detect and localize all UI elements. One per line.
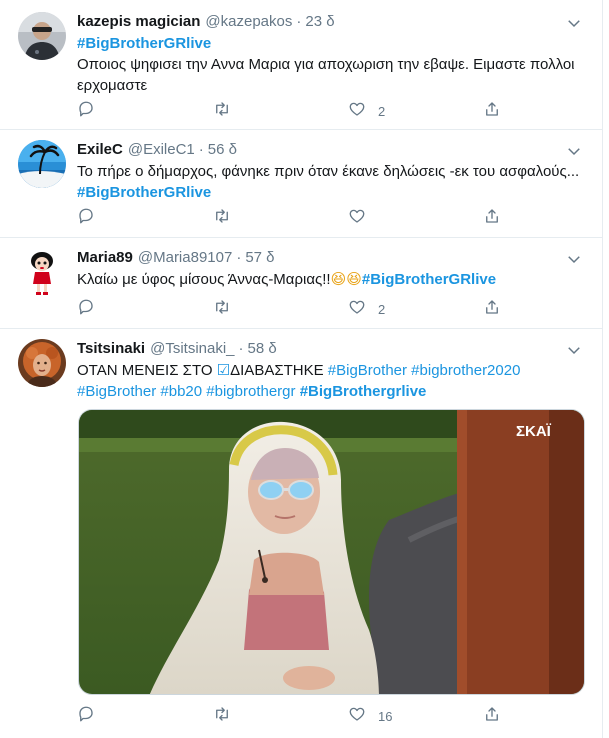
display-name[interactable]: kazepis magician	[77, 12, 200, 32]
hashtag-link[interactable]: #bb20	[160, 383, 202, 400]
retweet-button[interactable]	[213, 706, 231, 726]
tweet-actions: 2	[77, 299, 498, 319]
chevron-down-icon[interactable]	[565, 341, 583, 359]
like-button[interactable]: 16	[348, 706, 392, 726]
retweet-button[interactable]	[213, 208, 231, 228]
like-icon	[348, 298, 366, 321]
tweet[interactable]: kazepis magician @kazepakos · 23 δ #BigB…	[0, 0, 603, 130]
tweet[interactable]: ExileC @ExileC1 · 56 δ Το πήρε ο δήμαρχο…	[0, 130, 603, 238]
separator-dot: ·	[198, 141, 204, 158]
reply-button[interactable]	[77, 706, 95, 726]
share-icon	[483, 705, 501, 728]
avatar[interactable]	[18, 248, 66, 296]
tweet-body-continued: ΔΙΑΒΑΣΤΗΚΕ	[230, 362, 328, 379]
tweet-body: Κλαίω με ύφος μίσους Άννας-Μαριας!!	[77, 271, 331, 288]
tweet-body: Οποιος ψηφισει την Αννα Μαρια για αποχωρ…	[77, 56, 575, 94]
reply-button[interactable]	[77, 208, 95, 228]
reply-icon	[77, 207, 95, 230]
reply-icon	[77, 298, 95, 321]
tweet[interactable]: Maria89 @Maria89107 · 57 δ Κλαίω με ύφος…	[0, 238, 603, 329]
laughing-emoji: 😆😆	[330, 271, 362, 288]
tweet-text: ΟΤΑΝ ΜΕΝΕΙΣ ΣΤΟ ☑ΔΙΑΒΑΣΤΗΚΕ #BigBrother …	[77, 360, 589, 402]
hashtag-link[interactable]: #bigbrother2020	[411, 362, 520, 379]
hashtag-link[interactable]: #bigbrothergr	[206, 383, 295, 400]
like-count: 2	[378, 103, 386, 119]
tweet-actions: 16	[77, 706, 498, 726]
like-icon	[348, 207, 366, 230]
tweet-text: #BigBrotherGRlive Οποιος ψηφισει την Ανν…	[77, 33, 589, 96]
chevron-down-icon[interactable]	[565, 142, 583, 160]
tweet-actions	[77, 208, 498, 228]
avatar[interactable]	[18, 140, 66, 188]
timeline: kazepis magician @kazepakos · 23 δ #BigB…	[0, 0, 603, 738]
retweet-button[interactable]	[213, 101, 231, 121]
tweet-header: Maria89 @Maria89107 · 57 δ	[77, 248, 589, 268]
avatar[interactable]	[18, 12, 66, 60]
user-handle[interactable]: @ExileC1	[128, 140, 195, 160]
share-button[interactable]	[483, 101, 501, 121]
tweet-text: Το πήρε ο δήμαρχος, φάνηκε πριν όταν έκα…	[77, 161, 589, 203]
separator-dot: ·	[296, 13, 302, 30]
like-button[interactable]: 2	[348, 299, 385, 319]
display-name[interactable]: Tsitsinaki	[77, 339, 145, 359]
hashtag-link[interactable]: #BigBrotherGRlive	[77, 184, 211, 201]
reply-button[interactable]	[77, 101, 95, 121]
tweet-header: ExileC @ExileC1 · 56 δ	[77, 140, 589, 160]
display-name[interactable]: ExileC	[77, 140, 123, 160]
reply-icon	[77, 705, 95, 728]
like-button[interactable]: 2	[348, 101, 385, 121]
like-icon	[348, 705, 366, 728]
timestamp[interactable]: 58 δ	[248, 339, 277, 359]
hashtag-link[interactable]: #BigBrother	[328, 362, 407, 379]
separator-dot: ·	[236, 249, 242, 266]
separator-dot: ·	[238, 340, 244, 357]
tweet-header: kazepis magician @kazepakos · 23 δ	[77, 12, 589, 32]
reply-button[interactable]	[77, 299, 95, 319]
tweet-media-image[interactable]: ΣΚΑΪ	[78, 409, 585, 695]
share-icon	[483, 298, 501, 321]
like-button[interactable]	[348, 208, 378, 228]
retweet-button[interactable]	[213, 299, 231, 319]
user-handle[interactable]: @Tsitsinaki_	[150, 339, 234, 359]
share-button[interactable]	[483, 299, 501, 319]
timestamp[interactable]: 56 δ	[208, 140, 237, 160]
like-count: 2	[378, 301, 386, 317]
tweet-header: Tsitsinaki @Tsitsinaki_ · 58 δ	[77, 339, 589, 359]
avatar[interactable]	[18, 339, 66, 387]
chevron-down-icon[interactable]	[565, 250, 583, 268]
like-icon	[348, 100, 366, 123]
retweet-icon	[213, 705, 231, 728]
timestamp[interactable]: 23 δ	[305, 12, 334, 32]
hashtag-link[interactable]: #BigBrothergrlive	[300, 383, 427, 400]
hashtag-link[interactable]: #BigBrother	[77, 383, 156, 400]
retweet-icon	[213, 100, 231, 123]
display-name[interactable]: Maria89	[77, 248, 133, 268]
reply-icon	[77, 100, 95, 123]
share-icon	[483, 207, 501, 230]
hashtag-link[interactable]: #BigBrotherGRlive	[77, 35, 211, 52]
share-icon	[483, 100, 501, 123]
tweet-body: ΟΤΑΝ ΜΕΝΕΙΣ ΣΤΟ	[77, 362, 217, 379]
media-watermark: ΣΚΑΪ	[516, 423, 552, 440]
like-count: 16	[378, 708, 393, 724]
user-handle[interactable]: @Maria89107	[138, 248, 232, 268]
share-button[interactable]	[483, 208, 501, 228]
share-button[interactable]	[483, 706, 501, 726]
check-mark-icon: ☑	[216, 362, 231, 379]
retweet-icon	[213, 298, 231, 321]
tweet-text: Κλαίω με ύφος μίσους Άννας-Μαριας!!😆😆#Bi…	[77, 269, 589, 290]
tweet-actions: 2	[77, 101, 498, 121]
tweet-body: Το πήρε ο δήμαρχος, φάνηκε πριν όταν έκα…	[77, 163, 580, 180]
hashtag-link[interactable]: #BigBrotherGRlive	[362, 271, 496, 288]
chevron-down-icon[interactable]	[565, 14, 583, 32]
user-handle[interactable]: @kazepakos	[205, 12, 292, 32]
timestamp[interactable]: 57 δ	[245, 248, 274, 268]
retweet-icon	[213, 207, 231, 230]
